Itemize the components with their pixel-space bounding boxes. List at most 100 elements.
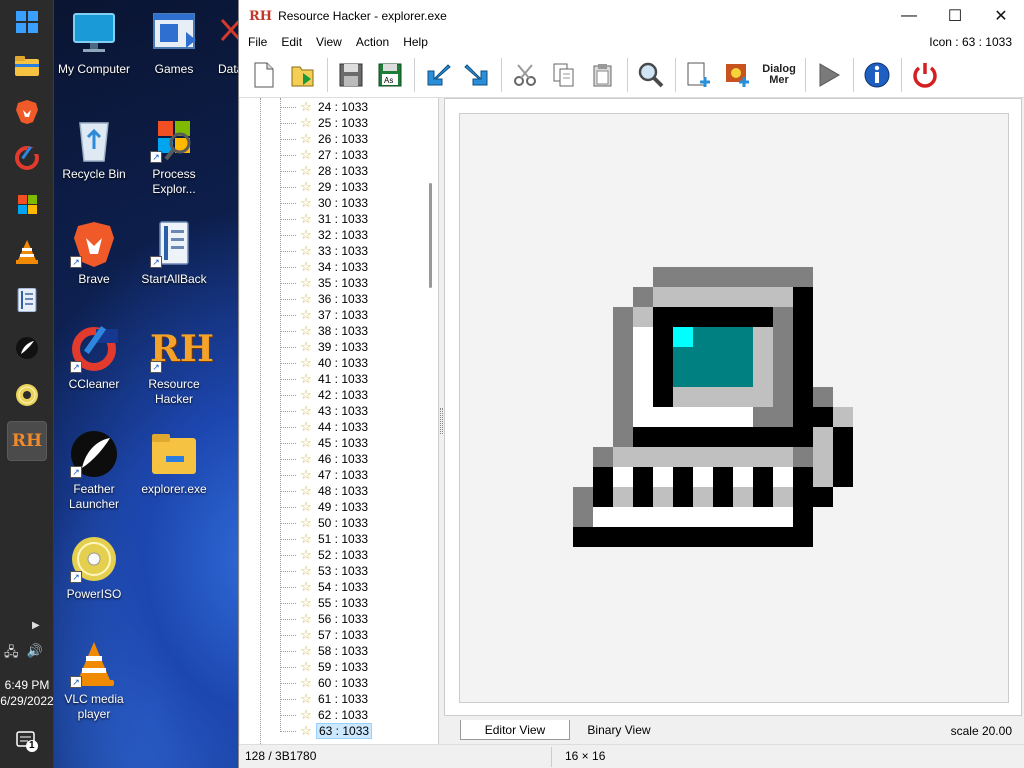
tree-item[interactable]: ☆ 36 : 1033 bbox=[280, 291, 370, 307]
tree-item[interactable]: ☆ 42 : 1033 bbox=[280, 387, 370, 403]
tree-item[interactable]: ☆ 33 : 1033 bbox=[280, 243, 370, 259]
notification-button[interactable]: 1 bbox=[16, 730, 42, 756]
volume-icon[interactable]: 🔊 bbox=[27, 643, 43, 665]
tree-item[interactable]: ☆ 44 : 1033 bbox=[280, 419, 370, 435]
tree-item[interactable]: ☆ 53 : 1033 bbox=[280, 563, 370, 579]
taskbar-feather-launcher[interactable] bbox=[7, 328, 47, 368]
menu-edit[interactable]: Edit bbox=[274, 35, 309, 49]
tree-item[interactable]: ☆ 43 : 1033 bbox=[280, 403, 370, 419]
info-button[interactable] bbox=[858, 56, 896, 94]
tree-item[interactable]: ☆ 57 : 1033 bbox=[280, 627, 370, 643]
tree-item[interactable]: ☆ 62 : 1033 bbox=[280, 707, 370, 723]
shortcut-arrow-icon: ↗ bbox=[70, 571, 82, 583]
desktop-icon-startallback[interactable]: ↗ StartAllBack bbox=[134, 220, 214, 287]
import-button[interactable] bbox=[419, 56, 457, 94]
save-button[interactable] bbox=[332, 56, 370, 94]
tree-item[interactable]: ☆ 41 : 1033 bbox=[280, 371, 370, 387]
taskbar-process-explorer[interactable] bbox=[7, 184, 47, 224]
tree-item[interactable]: ☆ 26 : 1033 bbox=[280, 131, 370, 147]
tree-item[interactable]: ☆ 51 : 1033 bbox=[280, 531, 370, 547]
paste-button[interactable] bbox=[584, 56, 622, 94]
taskbar-file-explorer[interactable] bbox=[7, 46, 47, 86]
desktop-icon-ccleaner[interactable]: ↗ CCleaner bbox=[54, 325, 134, 392]
taskbar-poweriso[interactable] bbox=[7, 375, 47, 415]
export-button[interactable] bbox=[458, 56, 496, 94]
tree-item[interactable]: ☆ 28 : 1033 bbox=[280, 163, 370, 179]
tree-item[interactable]: ☆ 39 : 1033 bbox=[280, 339, 370, 355]
tree-item[interactable]: ☆ 35 : 1033 bbox=[280, 275, 370, 291]
find-button[interactable] bbox=[632, 56, 670, 94]
desktop-icon-recycle-bin[interactable]: Recycle Bin bbox=[54, 115, 134, 182]
tree-item[interactable]: ☆ 27 : 1033 bbox=[280, 147, 370, 163]
tree-item[interactable]: ☆ 56 : 1033 bbox=[280, 611, 370, 627]
splitter-grip[interactable] bbox=[440, 408, 443, 434]
cut-button[interactable] bbox=[506, 56, 544, 94]
tree-item[interactable]: ☆ 31 : 1033 bbox=[280, 211, 370, 227]
desktop-icon-vlc[interactable]: ↗ VLC media player bbox=[54, 640, 134, 722]
desktop-icon-resource-hacker[interactable]: RH ↗ Resource Hacker bbox=[134, 325, 214, 407]
tab-binary-view[interactable]: Binary View bbox=[574, 720, 664, 740]
compile-button[interactable] bbox=[810, 56, 848, 94]
menu-view[interactable]: View bbox=[309, 35, 349, 49]
desktop-icon-feather-launcher[interactable]: ↗ Feather Launcher bbox=[54, 430, 134, 512]
taskbar-startallback[interactable] bbox=[7, 280, 47, 320]
tree-scrollbar-thumb[interactable] bbox=[429, 183, 432, 288]
maximize-button[interactable]: ☐ bbox=[932, 0, 978, 32]
network-icon[interactable]: 🖧 bbox=[4, 643, 19, 665]
minimize-button[interactable]: — bbox=[886, 0, 932, 32]
tree-item[interactable]: ☆ 60 : 1033 bbox=[280, 675, 370, 691]
menu-file[interactable]: File bbox=[241, 35, 274, 49]
tree-item[interactable]: ☆ 34 : 1033 bbox=[280, 259, 370, 275]
tree-item[interactable]: ☆ 32 : 1033 bbox=[280, 227, 370, 243]
tree-item[interactable]: ☆ 24 : 1033 bbox=[280, 99, 370, 115]
tree-item[interactable]: ☆ 45 : 1033 bbox=[280, 435, 370, 451]
tree-item[interactable]: ☆ 55 : 1033 bbox=[280, 595, 370, 611]
desktop-icon-explorer-exe[interactable]: explorer.exe bbox=[134, 430, 214, 497]
desktop-icon-brave[interactable]: ↗ Brave bbox=[54, 220, 134, 287]
tree-item[interactable]: ☆ 37 : 1033 bbox=[280, 307, 370, 323]
desktop-icon-poweriso[interactable]: ↗ PowerISO bbox=[54, 535, 134, 602]
resource-tree[interactable]: ☆ 24 : 1033 ☆ 25 : 1033 ☆ 26 : 1033 ☆ 27 : 1033… bbox=[240, 98, 439, 744]
tab-editor-view[interactable]: Editor View bbox=[460, 720, 570, 740]
tree-item[interactable]: ☆ 25 : 1033 bbox=[280, 115, 370, 131]
tree-item[interactable]: ☆ 63 : 1033 bbox=[280, 723, 373, 739]
add-blank-resource-button[interactable] bbox=[680, 56, 718, 94]
start-button[interactable] bbox=[7, 2, 47, 42]
desktop-icon-data[interactable]: Data bbox=[200, 10, 240, 77]
tree-item[interactable]: ☆ 50 : 1033 bbox=[280, 515, 370, 531]
tree-item[interactable]: ☆ 48 : 1033 bbox=[280, 483, 370, 499]
new-file-button[interactable] bbox=[245, 56, 283, 94]
tree-item[interactable]: ☆ 49 : 1033 bbox=[280, 499, 370, 515]
clock[interactable]: 6:49 PM 6/29/2022 bbox=[0, 677, 54, 709]
taskbar-brave[interactable] bbox=[7, 92, 47, 132]
tree-item[interactable]: ☆ 46 : 1033 bbox=[280, 451, 370, 467]
taskbar-ccleaner[interactable] bbox=[7, 138, 47, 178]
toolbar-separator bbox=[901, 57, 902, 92]
title-bar[interactable]: RH Resource Hacker - explorer.exe — ☐ ✕ bbox=[239, 0, 1024, 32]
tree-item[interactable]: ☆ 54 : 1033 bbox=[280, 579, 370, 595]
tree-item[interactable]: ☆ 40 : 1033 bbox=[280, 355, 370, 371]
desktop-icon-process-explorer[interactable]: ↗ Process Explor... bbox=[134, 115, 214, 197]
desktop-icon-my-computer[interactable]: My Computer bbox=[54, 10, 134, 77]
tree-item[interactable]: ☆ 30 : 1033 bbox=[280, 195, 370, 211]
tree-item[interactable]: ☆ 29 : 1033 bbox=[280, 179, 370, 195]
menu-action[interactable]: Action bbox=[349, 35, 396, 49]
tree-item[interactable]: ☆ 47 : 1033 bbox=[280, 467, 370, 483]
save-as-button[interactable]: As bbox=[371, 56, 409, 94]
tray-expand-chevron-icon[interactable]: ▶ bbox=[32, 620, 40, 631]
add-image-resource-button[interactable] bbox=[719, 56, 757, 94]
menu-help[interactable]: Help bbox=[396, 35, 435, 49]
close-button[interactable]: ✕ bbox=[978, 0, 1024, 32]
tree-item[interactable]: ☆ 58 : 1033 bbox=[280, 643, 370, 659]
exit-button[interactable] bbox=[906, 56, 944, 94]
tree-item[interactable]: ☆ 52 : 1033 bbox=[280, 547, 370, 563]
copy-button[interactable] bbox=[545, 56, 583, 94]
taskbar-resource-hacker[interactable]: RH bbox=[7, 421, 47, 461]
tree-item[interactable]: ☆ 59 : 1033 bbox=[280, 659, 370, 675]
dialog-menu-editor-button[interactable]: Dialog Mer bbox=[758, 56, 800, 94]
tree-item[interactable]: ☆ 61 : 1033 bbox=[280, 691, 370, 707]
tree-item[interactable]: ☆ 38 : 1033 bbox=[280, 323, 370, 339]
taskbar-vlc[interactable] bbox=[7, 232, 47, 272]
tree-scrollbar[interactable] bbox=[426, 98, 438, 744]
open-file-button[interactable] bbox=[284, 56, 322, 94]
